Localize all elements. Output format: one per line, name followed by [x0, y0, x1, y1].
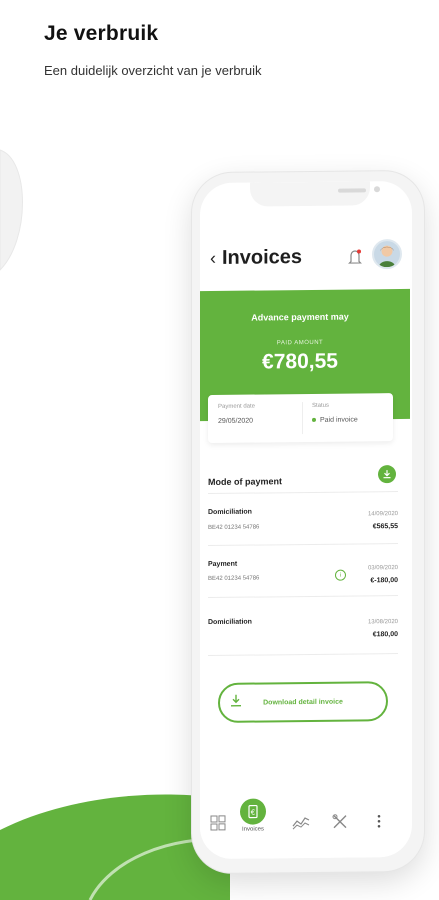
payment-row-title: Domiciliation — [208, 508, 252, 517]
phone-notch — [250, 181, 380, 207]
separator — [208, 543, 398, 547]
page-title: Je verbruik — [44, 22, 159, 45]
screen-title: Invoices — [222, 245, 303, 269]
phone-screen: ‹ Invoices Advance payment may PAID AMOU… — [200, 180, 412, 860]
separator — [208, 491, 398, 495]
separator — [208, 653, 398, 657]
download-detail-invoice-label: Download detail invoice — [263, 698, 343, 706]
avatar-icon — [379, 245, 395, 268]
consumption-icon[interactable] — [292, 814, 310, 830]
status-value: Paid invoice — [320, 416, 358, 424]
payment-row-date: 14/09/2020 — [367, 511, 398, 518]
avatar[interactable] — [372, 239, 402, 270]
speaker — [338, 188, 366, 193]
card-title: Advance payment may — [251, 311, 349, 323]
info-divider — [302, 402, 303, 435]
dashboard-icon[interactable] — [210, 815, 226, 831]
payment-row-date: 03/09/2020 — [367, 565, 398, 572]
back-icon[interactable]: ‹ — [206, 247, 220, 268]
page-subtitle: Een duidelijk overzicht van je verbruik — [44, 63, 262, 78]
download-icon — [231, 694, 241, 707]
notification-bell-icon[interactable] — [348, 247, 362, 267]
info-icon[interactable]: i — [335, 569, 346, 581]
payment-row-account: BE42 01234 54786 — [208, 524, 260, 532]
download-detail-invoice-button[interactable]: Download detail invoice — [218, 681, 388, 723]
payment-row-amount: €180,00 — [372, 631, 398, 639]
bottom-nav: € Invoices — [200, 790, 410, 860]
payment-row-date: 13/08/2020 — [367, 619, 398, 626]
nav-item-invoices-label: Invoices — [241, 826, 264, 833]
payment-row-account: BE42 01234 54786 — [208, 575, 260, 583]
camera — [374, 186, 380, 193]
payment-row-amount: €-180,00 — [370, 577, 398, 585]
tools-icon[interactable] — [332, 814, 348, 830]
nav-item-invoices[interactable]: € Invoices — [240, 798, 266, 833]
mode-of-payment-title: Mode of payment — [208, 476, 283, 488]
status-label: Status — [312, 402, 330, 409]
separator — [208, 595, 398, 599]
payment-date: 29/05/2020 — [218, 417, 254, 425]
invoice-icon: € — [240, 798, 266, 825]
payment-row-title: Domiciliation — [208, 618, 252, 627]
payment-row-amount: €565,55 — [372, 523, 398, 531]
payment-row-title: Payment — [208, 560, 238, 569]
payment-info-box: Payment date 29/05/2020 Status Paid invo… — [208, 393, 393, 444]
status-dot — [312, 418, 316, 423]
phone-mockup: ‹ Invoices Advance payment may PAID AMOU… — [192, 170, 424, 874]
payment-date-label: Payment date — [218, 403, 256, 410]
paid-amount: €780,55 — [262, 349, 338, 374]
svg-text:€: € — [251, 809, 255, 817]
more-icon[interactable] — [376, 813, 382, 829]
download-icon[interactable] — [378, 465, 396, 484]
